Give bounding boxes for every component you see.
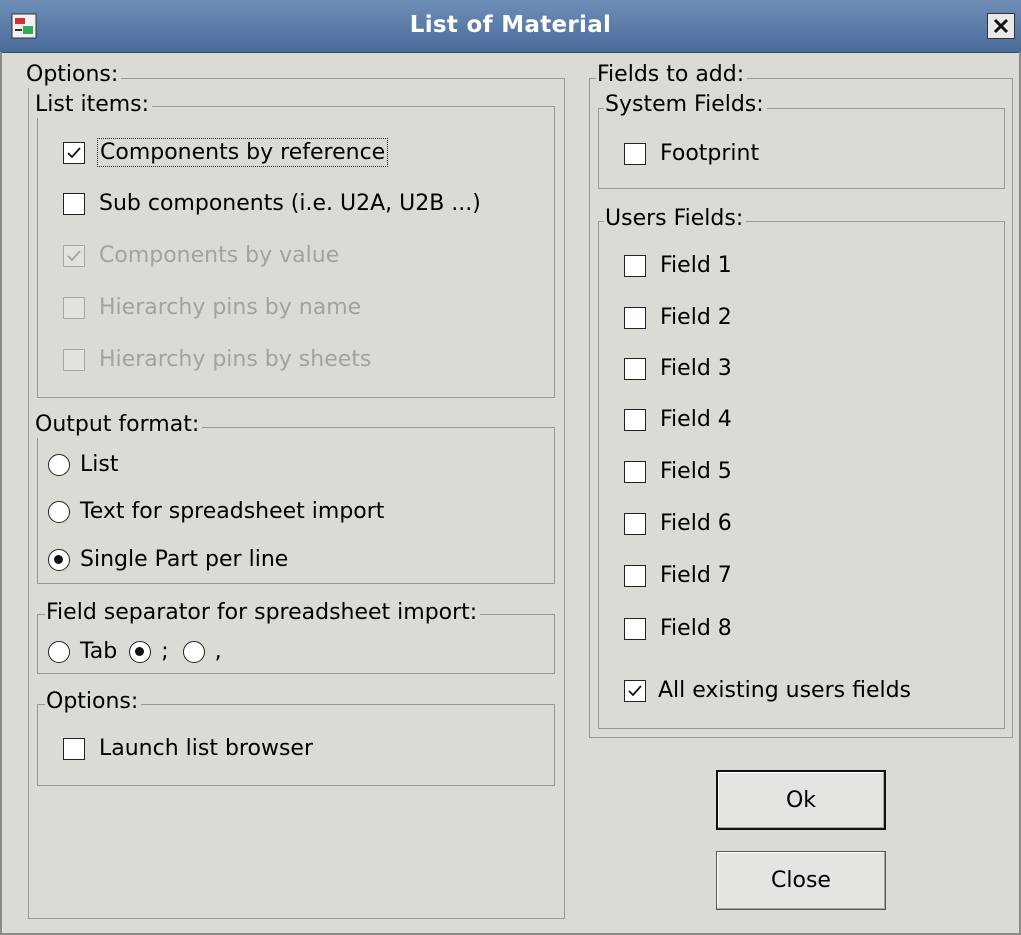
window-close-button[interactable]	[987, 13, 1015, 39]
ok-button[interactable]: Ok	[716, 770, 886, 830]
title-bar: List of Material	[0, 0, 1021, 53]
launch-list-browser-row[interactable]: Launch list browser	[63, 736, 313, 761]
user-field-8-label: Field 8	[660, 616, 732, 641]
output-format-group-label: Output format:	[34, 412, 203, 438]
user-field-4-row[interactable]: Field 4	[624, 407, 732, 432]
all-users-fields-row[interactable]: All existing users fields	[624, 678, 911, 703]
output-format-single-part-label: Single Part per line	[80, 547, 289, 572]
user-field-6-checkbox[interactable]	[624, 512, 646, 535]
user-field-5-label: Field 5	[660, 459, 732, 484]
close-icon	[993, 18, 1009, 34]
user-field-7-label: Field 7	[660, 563, 732, 588]
separator-comma-label: ,	[214, 639, 222, 664]
output-format-list-radio[interactable]	[48, 453, 70, 476]
hierarchy-pins-by-name-label: Hierarchy pins by name	[99, 295, 362, 320]
user-field-2-row[interactable]: Field 2	[624, 305, 732, 330]
sub-components-checkbox[interactable]	[63, 192, 85, 215]
user-field-3-checkbox[interactable]	[624, 357, 646, 380]
window-title: List of Material	[409, 12, 612, 38]
user-field-4-label: Field 4	[660, 407, 732, 432]
user-field-1-row[interactable]: Field 1	[624, 253, 732, 278]
output-format-list[interactable]: List	[48, 452, 118, 477]
user-field-3-label: Field 3	[660, 356, 732, 381]
footprint-checkbox[interactable]	[624, 142, 646, 165]
components-by-reference-checkbox[interactable]	[63, 141, 85, 164]
user-field-6-label: Field 6	[660, 511, 732, 536]
user-field-7-row[interactable]: Field 7	[624, 563, 732, 588]
separator-tab-radio[interactable]	[48, 640, 70, 663]
system-fields-group-label: System Fields:	[604, 92, 767, 118]
checkmark-icon	[628, 684, 642, 696]
list-item-components-by-value: Components by value	[63, 243, 339, 268]
user-field-2-checkbox[interactable]	[624, 306, 646, 329]
output-format-single-part-radio[interactable]	[48, 548, 70, 571]
fields-to-add-group-label: Fields to add:	[596, 62, 748, 88]
all-users-fields-checkbox[interactable]	[624, 679, 646, 702]
user-field-6-row[interactable]: Field 6	[624, 511, 732, 536]
user-field-1-label: Field 1	[660, 253, 732, 278]
output-format-text-spreadsheet-label: Text for spreadsheet import	[80, 499, 385, 524]
output-format-list-label: List	[80, 452, 119, 477]
footprint-row[interactable]: Footprint	[624, 141, 759, 166]
checkmark-icon	[67, 146, 81, 158]
hierarchy-pins-by-sheets-checkbox	[63, 348, 85, 371]
output-format-text-spreadsheet-radio[interactable]	[48, 500, 70, 523]
launch-list-browser-checkbox[interactable]	[63, 737, 85, 760]
user-field-8-row[interactable]: Field 8	[624, 616, 732, 641]
separator-comma-radio[interactable]	[182, 640, 205, 663]
user-field-5-checkbox[interactable]	[624, 460, 646, 483]
hierarchy-pins-by-sheets-label: Hierarchy pins by sheets	[99, 347, 372, 372]
separator-semicolon-radio[interactable]	[129, 640, 152, 663]
user-field-3-row[interactable]: Field 3	[624, 356, 732, 381]
radio-selected-dot	[135, 646, 145, 656]
hierarchy-pins-by-name-checkbox	[63, 296, 85, 319]
list-item-hierarchy-pins-by-sheets: Hierarchy pins by sheets	[63, 347, 371, 372]
user-field-7-checkbox[interactable]	[624, 564, 646, 587]
user-field-8-checkbox[interactable]	[624, 617, 646, 640]
users-fields-group-label: Users Fields:	[604, 206, 747, 232]
separator-options: Tab ; ,	[48, 639, 222, 664]
list-items-group-label: List items:	[34, 92, 153, 118]
user-field-1-checkbox[interactable]	[624, 254, 646, 277]
list-item-hierarchy-pins-by-name: Hierarchy pins by name	[63, 295, 361, 320]
launch-options-group-label: Options:	[45, 689, 142, 715]
footprint-label: Footprint	[660, 141, 760, 166]
separator-tab-label: Tab	[80, 639, 118, 664]
separator-semicolon-label: ;	[161, 639, 169, 664]
user-field-5-row[interactable]: Field 5	[624, 459, 732, 484]
all-users-fields-label: All existing users fields	[658, 678, 912, 703]
launch-list-browser-label: Launch list browser	[99, 736, 313, 761]
sub-components-label: Sub components (i.e. U2A, U2B ...)	[99, 191, 481, 216]
user-field-2-label: Field 2	[660, 305, 732, 330]
output-format-text-spreadsheet[interactable]: Text for spreadsheet import	[48, 499, 384, 524]
components-by-value-label: Components by value	[99, 243, 340, 268]
list-item-components-by-reference[interactable]: Components by reference	[63, 138, 389, 167]
checkmark-icon	[67, 249, 81, 261]
radio-selected-dot	[54, 554, 63, 564]
components-by-reference-label: Components by reference	[96, 138, 389, 167]
list-item-sub-components[interactable]: Sub components (i.e. U2A, U2B ...)	[63, 191, 481, 216]
options-group-label: Options:	[25, 62, 122, 88]
close-button[interactable]: Close	[716, 851, 886, 910]
output-format-single-part[interactable]: Single Part per line	[48, 547, 288, 572]
field-separator-group-label: Field separator for spreadsheet import:	[45, 600, 481, 626]
user-field-4-checkbox[interactable]	[624, 408, 646, 431]
components-by-value-checkbox	[63, 244, 85, 267]
